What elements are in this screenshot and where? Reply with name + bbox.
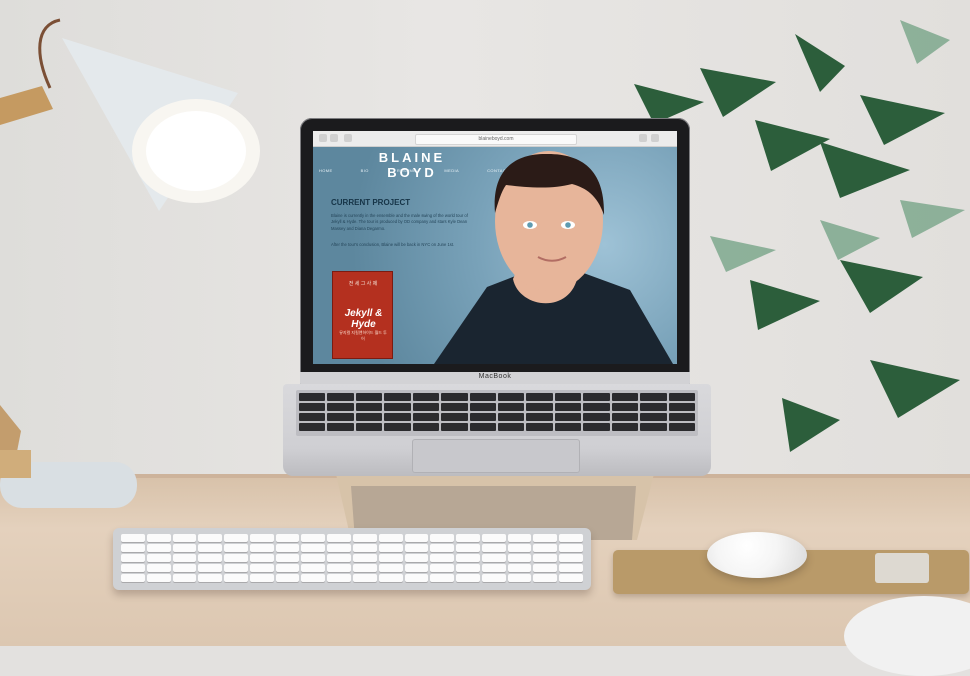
jekyll-hyde-poster[interactable]: 전 세 그 사 제 Jekyll & Hyde 뮤지컬 지킬앤하이드 월드 투어 <box>332 271 393 359</box>
poster-subtitle: 뮤지컬 지킬앤하이드 월드 투어 <box>339 330 387 341</box>
external-keyboard[interactable] <box>113 528 591 590</box>
nav-bio[interactable]: BIO <box>361 168 369 173</box>
nav-resume[interactable]: RESUME <box>397 168 417 173</box>
portrait-photo <box>434 151 673 364</box>
nav-home[interactable]: HOME <box>319 168 333 173</box>
browser-toolbar: blaineboyd.com <box>313 131 677 147</box>
current-project-title: CURRENT PROJECT <box>331 198 411 207</box>
tabs-button[interactable] <box>651 134 659 142</box>
keyboard-keys[interactable] <box>121 534 583 584</box>
laptop-screen: blaineboyd.com BLAINE BOYD HOME BIO RESU… <box>313 131 677 364</box>
mouse[interactable] <box>707 532 807 578</box>
mousepad-slot <box>875 553 929 583</box>
desk-lamp <box>0 18 260 508</box>
trackpad[interactable] <box>412 439 580 473</box>
back-button[interactable] <box>319 134 327 142</box>
poster-title: Jekyll & Hyde <box>344 308 383 330</box>
website: BLAINE BOYD HOME BIO RESUME MEDIA CONTAC… <box>313 147 677 364</box>
sidebar-button[interactable] <box>344 134 352 142</box>
share-button[interactable] <box>639 134 647 142</box>
forward-button[interactable] <box>330 134 338 142</box>
macbook-label: MacBook <box>478 373 512 380</box>
poster-top-text: 전 세 그 사 제 <box>348 281 378 287</box>
address-bar[interactable]: blaineboyd.com <box>415 134 577 145</box>
laptop-keyboard[interactable] <box>296 390 698 436</box>
